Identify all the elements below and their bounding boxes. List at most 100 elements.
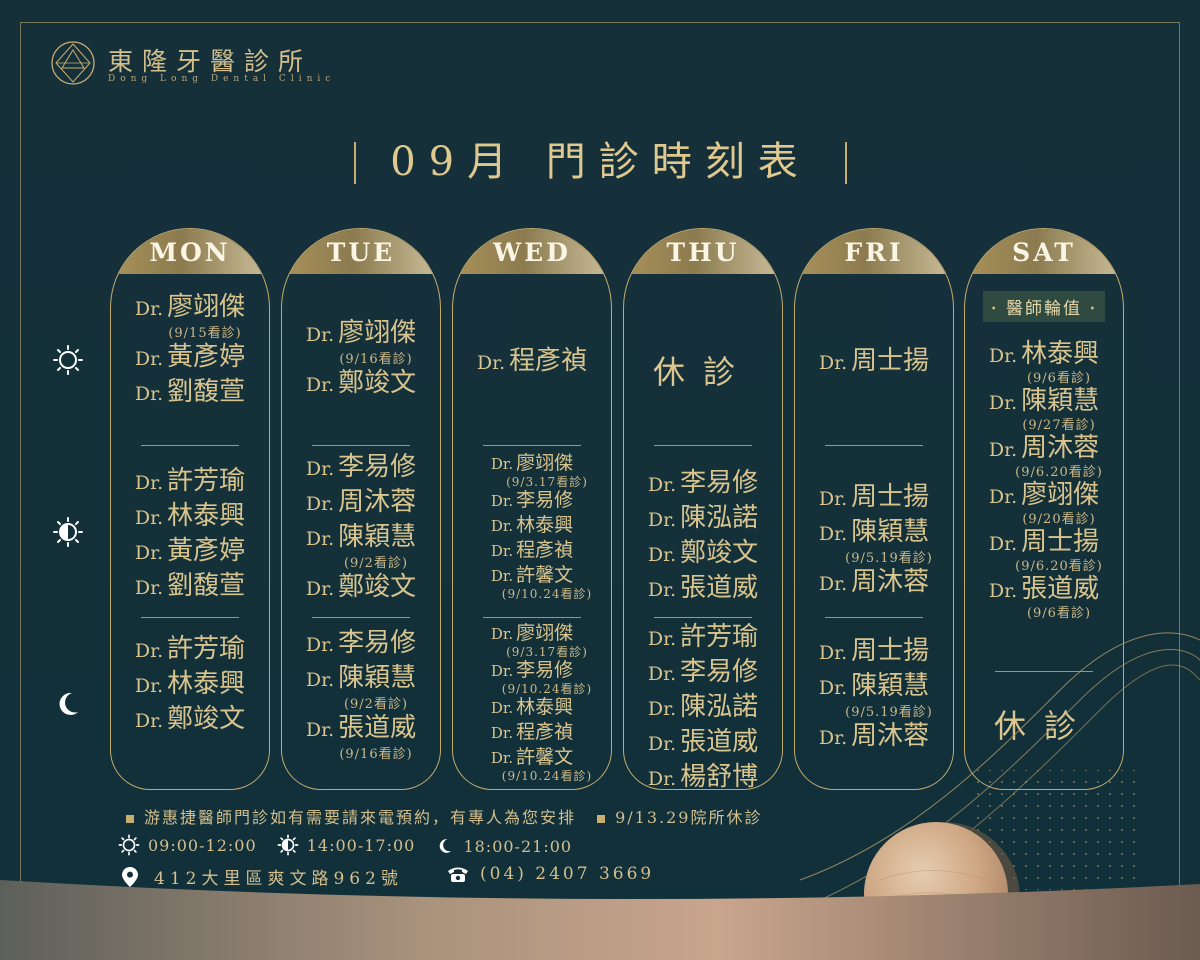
- day-column-thu: THU 休診 Dr. 李易修 Dr. 陳泓諾 Dr. 鄭竣文 Dr. 張道威 Dr. 許芳瑜 Dr. 李易…: [623, 228, 783, 790]
- doctor-date-note: (9/2看診): [343, 556, 409, 571]
- doctor-name: 廖翊傑: [167, 292, 246, 322]
- shift-evening: Dr. 廖翊傑 (9/3.17看診) Dr. 李易修 (9/10.24看診) Dr. 林泰興 D…: [453, 621, 611, 782]
- doctor-entry: Dr. 楊舒博: [624, 761, 782, 789]
- doctor-prefix: Dr.: [134, 472, 164, 494]
- doctor-entry: Dr. 許芳瑜: [111, 465, 269, 500]
- doctor-prefix: Dr.: [647, 628, 677, 650]
- afternoon-hours: 14:00-17:00: [306, 835, 416, 855]
- logo-mark-icon: [51, 41, 95, 85]
- doctor-date-note: (9/20看診): [1022, 512, 1096, 527]
- doctor-prefix: Dr.: [134, 675, 164, 697]
- doctor-name: 許馨文: [516, 564, 574, 586]
- doctor-name: 李易修: [680, 657, 759, 687]
- doctor-prefix: Dr.: [988, 439, 1018, 461]
- clinic-name-en: Dong Long Dental Clinic: [108, 74, 336, 84]
- doctor-entry: Dr. 李易修: [453, 658, 611, 683]
- doctor-name: 廖翊傑: [338, 318, 417, 348]
- doctor-entry: Dr. 李易修: [624, 656, 782, 691]
- doctor-name: 劉馥萱: [167, 571, 246, 601]
- day-header: TUE: [282, 229, 440, 274]
- doctor-prefix: Dr.: [647, 474, 677, 496]
- shift-evening: Dr. 李易修 Dr. 陳穎慧 (9/2看診) Dr. 張道威 (9/16看診): [282, 627, 440, 762]
- doctor-entry: Dr. 劉馥萱: [111, 376, 269, 411]
- shift-morning: Dr. 廖翊傑 (9/16看診) Dr. 鄭竣文: [282, 317, 440, 402]
- shift-divider: [654, 445, 752, 446]
- doctor-entry: Dr. 陳穎慧: [965, 386, 1123, 418]
- doctor-entry: Dr. 廖翊傑: [453, 451, 611, 476]
- doctor-name: 劉馥萱: [167, 377, 246, 407]
- shift-divider: [483, 617, 581, 618]
- doctor-name: 鄭竣文: [338, 368, 417, 398]
- footer-notes: 游惠捷醫師門診如有需要請來電預約，有專人為您安排 9/13.29院所休診: [126, 804, 763, 828]
- phone-icon: [448, 867, 468, 882]
- doctor-prefix: Dr.: [988, 486, 1018, 508]
- doctor-entry: Dr. 黃彥婷: [111, 535, 269, 570]
- doctor-entry: Dr. 陳泓諾: [624, 502, 782, 537]
- title-bar-right: [845, 142, 847, 184]
- doctor-name: 廖翊傑: [516, 622, 574, 644]
- doctor-prefix: Dr.: [305, 528, 335, 550]
- doctor-name: 林泰興: [167, 501, 246, 531]
- shift-divider: [483, 445, 581, 446]
- doctor-prefix: Dr.: [647, 733, 677, 755]
- address: 412大里區爽文路962號: [122, 864, 403, 889]
- doctor-name: 許芳瑜: [167, 466, 246, 496]
- evening-hours: 18:00-21:00: [463, 836, 573, 856]
- doctor-prefix: Dr.: [490, 699, 514, 717]
- doctor-prefix: Dr.: [988, 580, 1018, 602]
- doctor-name: 李易修: [338, 628, 417, 658]
- doctor-prefix: Dr.: [818, 488, 848, 510]
- shift-morning: Dr. 周士揚: [795, 345, 953, 380]
- doctor-entry: Dr. 周沐蓉: [965, 433, 1123, 465]
- schedule-title-wrap: 09月 門診時刻表: [348, 136, 853, 188]
- clinic-name: 東隆牙醫診所: [108, 47, 313, 76]
- duty-badge: • 醫師輪值 •: [982, 291, 1106, 322]
- shift-morning: Dr. 廖翊傑 (9/15看診) Dr. 黃彥婷 Dr. 劉馥萱: [111, 291, 269, 411]
- footer-note-2: 9/13.29院所休診: [615, 808, 763, 827]
- shift-morning: Dr. 程彥禎: [453, 345, 611, 380]
- doctor-name: 程彥禎: [509, 346, 588, 376]
- doctor-entry: Dr. 張道威: [282, 712, 440, 747]
- bullet-square-icon: [126, 814, 134, 823]
- ground-band: [0, 880, 1200, 960]
- doctor-prefix: Dr.: [988, 533, 1018, 555]
- doctor-date-note: (9/6看診): [1026, 371, 1092, 386]
- doctor-prefix: Dr.: [490, 517, 514, 535]
- doctor-entry: Dr. 鄭竣文: [282, 571, 440, 606]
- clinic-logo: 東隆牙醫診所 Dong Long Dental Clinic: [50, 40, 350, 90]
- doctor-prefix: Dr.: [134, 577, 164, 599]
- doctor-date-note: (9/2看診): [343, 697, 409, 712]
- doctor-entry: Dr. 程彥禎: [453, 720, 611, 745]
- doctor-entry: Dr. 周士揚: [795, 345, 953, 380]
- doctor-prefix: Dr.: [647, 544, 677, 566]
- doctor-prefix: Dr.: [647, 509, 677, 531]
- doctor-entry: Dr. 廖翊傑: [111, 291, 269, 326]
- morning-hours: 09:00-12:00: [148, 835, 257, 855]
- doctor-entry: Dr. 陳穎慧: [795, 516, 953, 551]
- shift-afternoon: Dr. 許芳瑜 Dr. 林泰興 Dr. 黃彥婷 Dr. 劉馥萱: [111, 465, 269, 605]
- doctor-name: 陳泓諾: [680, 503, 759, 533]
- doctor-prefix: Dr.: [818, 573, 848, 595]
- doctor-date-note: (9/10.24看診): [501, 769, 593, 783]
- shift-evening: Dr.許芳瑜Dr.李易修Dr.陳泓諾Dr.張道威Dr.楊舒博(9/4看診): [624, 621, 782, 789]
- doctor-date-note: (9/10.24看診): [501, 587, 593, 601]
- doctor-date-note: (9/5.19看診): [845, 551, 933, 566]
- location-pin-icon: [122, 866, 138, 887]
- doctor-prefix: Dr.: [988, 392, 1018, 414]
- address-text: 412大里區爽文路962號: [154, 869, 403, 889]
- doctor-prefix: Dr.: [490, 455, 514, 473]
- doctor-date-note: (9/15看診): [168, 326, 242, 341]
- doctor-entry: Dr. 林泰興: [111, 668, 269, 703]
- footer-note-1: 游惠捷醫師門診如有需要請來電預約，有專人為您安排: [144, 808, 577, 827]
- moon-icon: [59, 692, 78, 715]
- doctor-name: 林泰興: [516, 514, 574, 536]
- doctor-prefix: Dr.: [476, 352, 506, 374]
- doctor-name: 周沐蓉: [1021, 433, 1100, 463]
- shift-divider: [654, 617, 752, 618]
- doctor-date-note: (9/3.17看診): [506, 475, 588, 489]
- page-title: 09月 門診時刻表: [390, 139, 811, 185]
- bullet-square-icon: [597, 814, 606, 823]
- shift-divider: [312, 445, 410, 446]
- doctor-prefix: Dr.: [305, 458, 335, 480]
- doctor-prefix: Dr.: [305, 669, 335, 691]
